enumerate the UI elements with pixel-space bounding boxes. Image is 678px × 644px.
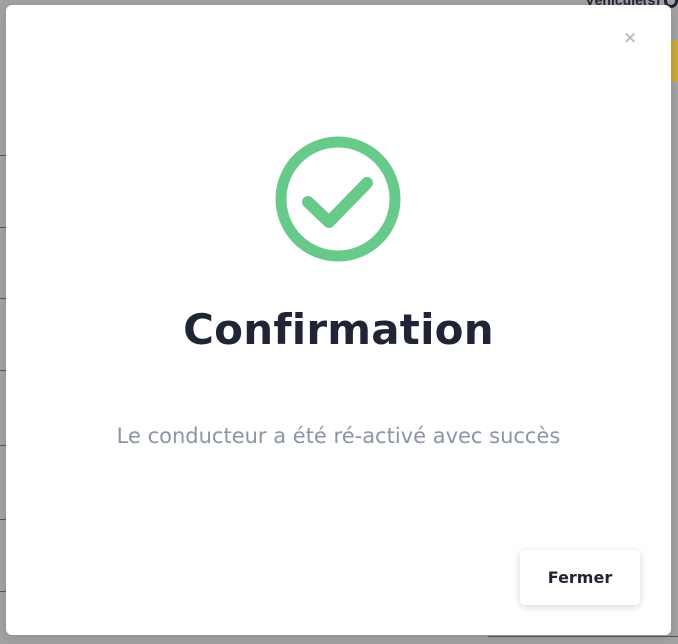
confirmation-modal: × Confirmation Le conducteur a été ré-ac… bbox=[6, 5, 671, 635]
modal-title: Confirmation bbox=[183, 305, 494, 354]
modal-message: Le conducteur a été ré-activé avec succè… bbox=[116, 424, 561, 448]
check-circle-icon bbox=[275, 136, 401, 262]
fermer-button[interactable]: Fermer bbox=[520, 550, 640, 605]
background-row bbox=[488, 636, 678, 644]
close-icon[interactable]: × bbox=[623, 30, 637, 47]
